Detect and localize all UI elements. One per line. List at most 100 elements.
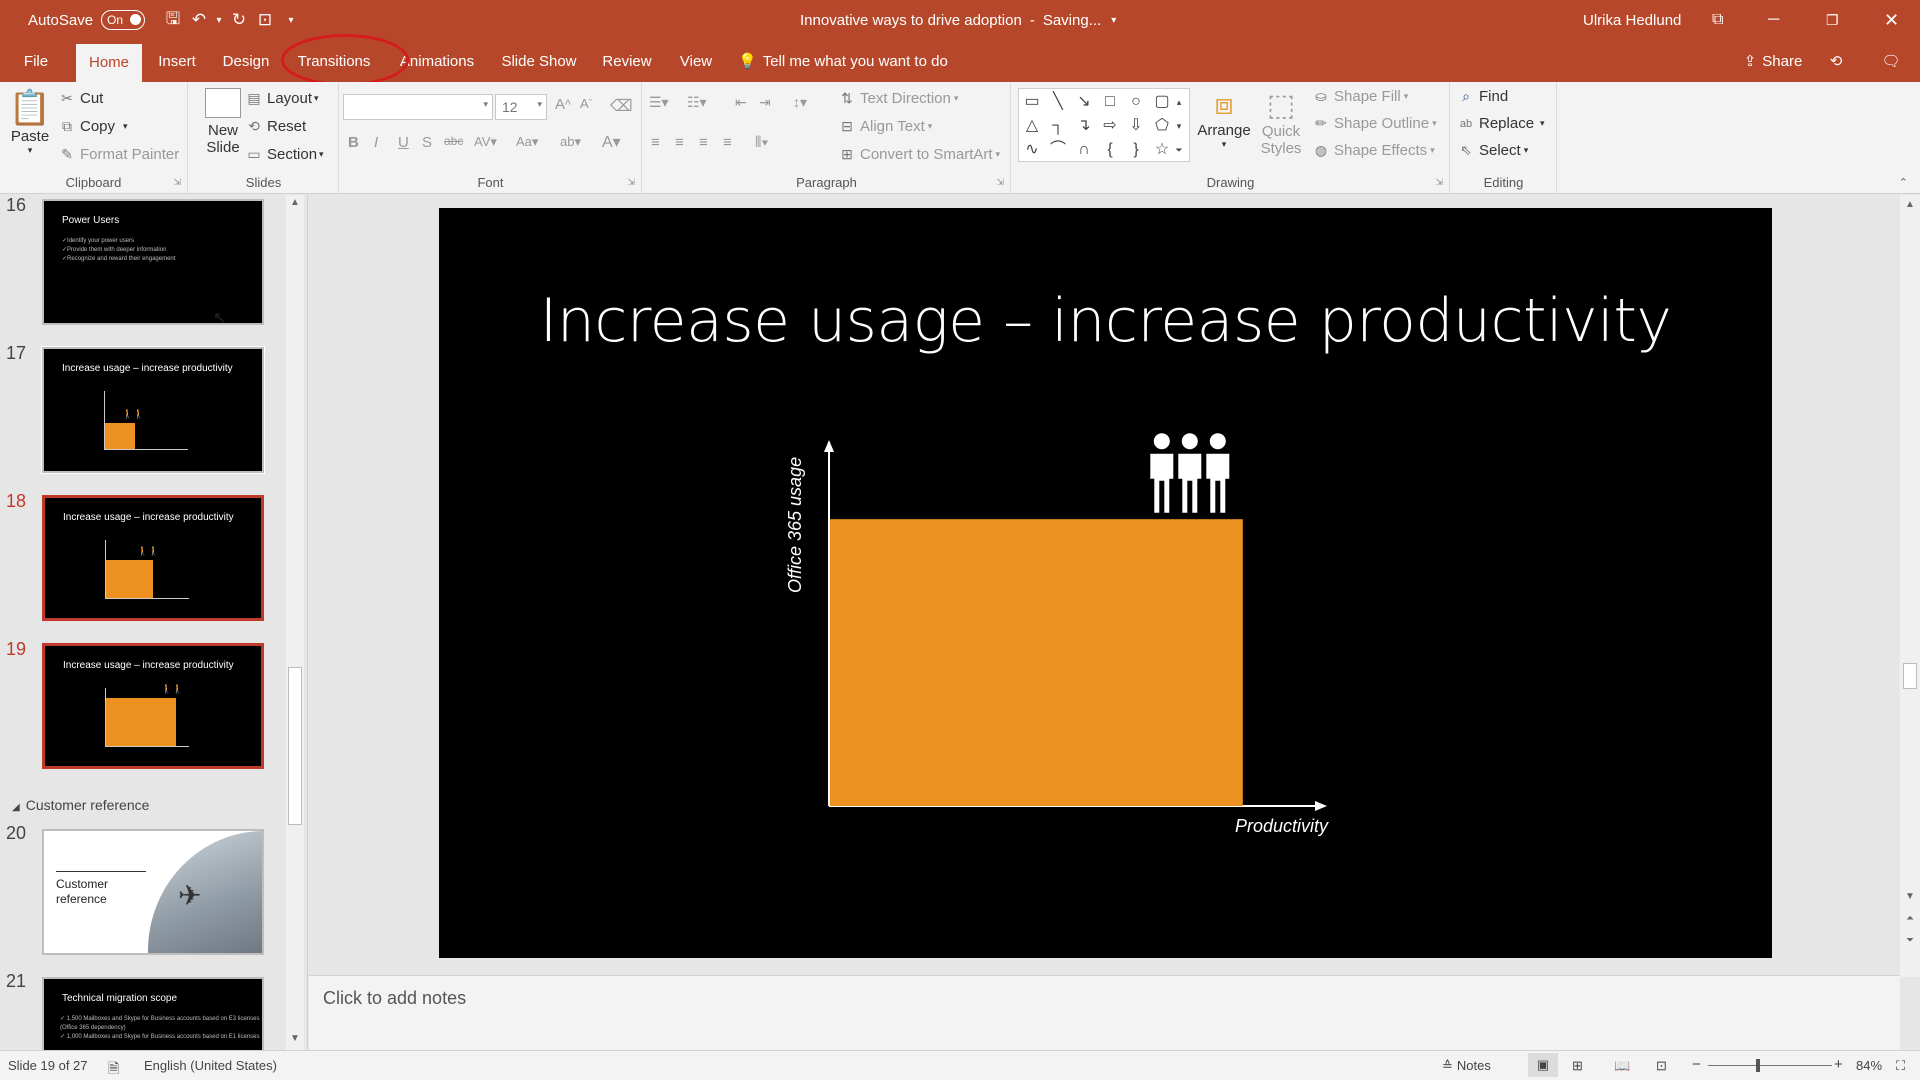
change-case-icon[interactable]: Aa▾ (516, 134, 538, 150)
font-size-input[interactable]: 12 ▾ (495, 94, 547, 120)
shrink-font-icon[interactable]: Aˇ (580, 96, 592, 111)
zoom-out-icon[interactable]: − (1692, 1056, 1701, 1073)
fit-to-window-icon[interactable]: ⛶ (1896, 1058, 1905, 1074)
align-left-icon[interactable]: ≡ (651, 134, 660, 151)
scrollbar-thumb[interactable] (1903, 663, 1917, 689)
restore-icon[interactable]: ❐ (1826, 0, 1839, 40)
strikethrough-icon[interactable]: abc (444, 134, 463, 148)
spellcheck-icon[interactable]: 🗎 (108, 1058, 119, 1080)
tab-file[interactable]: File (14, 40, 58, 82)
slide-thumbnail-18[interactable]: Increase usage – increase productivity 🚶… (42, 495, 264, 621)
left-brace-shape-icon[interactable]: { (1099, 139, 1121, 161)
right-brace-shape-icon[interactable]: } (1125, 139, 1147, 161)
current-slide[interactable]: Increase usage – increase productivity O… (439, 208, 1772, 958)
curve-shape-icon[interactable]: ∿ (1021, 139, 1043, 161)
ribbon-display-options-icon[interactable]: ⧉ (1712, 0, 1723, 40)
tell-me-box[interactable]: 💡 Tell me what you want to do (738, 40, 978, 82)
dialog-launcher-icon[interactable]: ⇲ (1435, 177, 1443, 188)
autosave-toggle[interactable]: On (101, 10, 146, 30)
start-from-beginning-icon[interactable]: ⊡ (252, 10, 278, 30)
next-slide-icon[interactable]: ⏷ (1902, 935, 1918, 946)
reset-button[interactable]: ⟲ Reset (245, 118, 306, 135)
gallery-down-icon[interactable]: ▾ (1171, 115, 1187, 137)
tab-home[interactable]: Home (76, 44, 142, 82)
bold-icon[interactable]: B (348, 134, 359, 151)
scrollbar-thumb[interactable] (288, 667, 302, 825)
shadow-icon[interactable]: S (422, 134, 432, 151)
select-button[interactable]: ⇖ Select ▾ (1457, 142, 1528, 159)
quick-styles-button[interactable]: ⬚ Quick Styles (1258, 88, 1304, 157)
scroll-up-icon[interactable]: ▲ (287, 197, 303, 208)
scroll-down-icon[interactable]: ▼ (287, 1033, 303, 1044)
copy-button[interactable]: ⧉ Copy ▾ (58, 118, 128, 135)
dialog-launcher-icon[interactable]: ⇲ (627, 177, 635, 188)
italic-icon[interactable]: I (374, 134, 378, 151)
find-button[interactable]: ⌕ Find (1457, 88, 1508, 105)
zoom-level[interactable]: 84% (1856, 1058, 1882, 1073)
tab-insert[interactable]: Insert (152, 40, 202, 82)
slide-thumbnail-20[interactable]: ✈ Customer reference (42, 829, 264, 955)
rounded-rect-shape-icon[interactable]: ▢ (1151, 91, 1173, 113)
zoom-slider-thumb[interactable] (1756, 1059, 1760, 1072)
zoom-slider[interactable] (1708, 1065, 1832, 1066)
slide-thumbnail-17[interactable]: Increase usage – increase productivity 🚶… (41, 346, 265, 474)
layout-button[interactable]: ▤ Layout ▾ (245, 90, 318, 107)
dialog-launcher-icon[interactable]: ⇲ (996, 177, 1004, 188)
undo-icon[interactable]: ↶ (186, 10, 212, 30)
collapse-triangle-icon[interactable]: ◢ (12, 802, 20, 813)
tab-view[interactable]: View (672, 40, 720, 82)
previous-slide-icon[interactable]: ⏶ (1902, 913, 1918, 924)
undo-dropdown-icon[interactable]: ▾ (212, 15, 226, 26)
elbow-arrow-icon[interactable]: ↴ (1073, 115, 1095, 137)
slide-thumbnail-19[interactable]: Increase usage – increase productivity 🚶… (42, 643, 264, 769)
zoom-in-icon[interactable]: + (1834, 1056, 1843, 1073)
justify-icon[interactable]: ≡ (723, 134, 732, 151)
title-chevron-icon[interactable]: ▾ (1111, 15, 1116, 26)
grow-font-icon[interactable]: A ^ (555, 96, 571, 113)
highlight-icon[interactable]: ab▾ (560, 134, 581, 150)
clear-formatting-icon[interactable]: ⌫ (610, 96, 633, 116)
columns-icon[interactable]: ⫴▾ (755, 134, 769, 151)
arc-shape-icon[interactable]: ⌒ (1047, 139, 1069, 161)
minimize-icon[interactable]: ─ (1768, 0, 1779, 40)
rectangle-shape-icon[interactable]: □ (1099, 91, 1121, 113)
align-text-button[interactable]: ⊟ Align Text ▾ (838, 118, 932, 135)
right-arrow-shape-icon[interactable]: ⇨ (1099, 115, 1121, 137)
notes-button[interactable]: ≙ Notes (1442, 1058, 1491, 1074)
line-shape-icon[interactable]: ╲ (1047, 91, 1069, 113)
text-direction-button[interactable]: ⇅ Text Direction ▾ (838, 90, 958, 107)
triangle-shape-icon[interactable]: △ (1021, 115, 1043, 137)
notes-pane[interactable]: Click to add notes (309, 975, 1900, 1050)
slide-thumbnail-16[interactable]: Power Users ✓Identify your power users ✓… (42, 199, 264, 325)
tab-design[interactable]: Design (214, 40, 278, 82)
pentagon-shape-icon[interactable]: ⬠ (1151, 115, 1173, 137)
shapes-gallery[interactable]: ▭ ╲ ↘ □ ○ ▢ △ ┐ ↴ ⇨ ⇩ ⬠ ∿ ⌒ ∩ { } ☆ ▴ ▾ (1018, 88, 1190, 162)
bullets-icon[interactable]: ☰▾ (649, 94, 669, 111)
convert-smartart-button[interactable]: ⊞ Convert to SmartArt ▾ (838, 146, 1000, 163)
gallery-up-icon[interactable]: ▴ (1171, 91, 1187, 113)
underline-icon[interactable]: U (398, 134, 409, 151)
textbox-shape-icon[interactable]: ▭ (1021, 91, 1043, 113)
language-indicator[interactable]: English (United States) (144, 1058, 277, 1073)
decrease-indent-icon[interactable]: ⇤ (735, 94, 747, 111)
notes-placeholder[interactable]: Click to add notes (323, 988, 466, 1009)
cut-button[interactable]: ✂ Cut (58, 90, 103, 107)
gallery-more-icon[interactable]: ⏷ (1171, 139, 1187, 161)
shape-fill-button[interactable]: ⛀ Shape Fill ▾ (1312, 88, 1408, 105)
scroll-down-icon[interactable]: ▼ (1902, 891, 1918, 902)
replace-button[interactable]: ab Replace ▾ (1457, 115, 1545, 132)
dialog-launcher-icon[interactable]: ⇲ (173, 177, 181, 188)
customize-qat-icon[interactable]: ▾ (278, 15, 304, 26)
paste-button[interactable]: 📋 Paste ▾ (9, 88, 51, 156)
usage-productivity-chart[interactable] (439, 208, 1772, 958)
save-icon[interactable]: 🖫 (160, 6, 186, 35)
character-spacing-icon[interactable]: AV▾ (474, 134, 497, 150)
comments-icon[interactable]: 🗨 (1874, 40, 1908, 82)
close-icon[interactable]: ✕ (1884, 0, 1899, 40)
autosave-control[interactable]: AutoSave On (28, 0, 146, 40)
shape-effects-button[interactable]: ◍ Shape Effects ▾ (1312, 142, 1435, 159)
elbow-connector-icon[interactable]: ┐ (1047, 115, 1069, 137)
align-center-icon[interactable]: ≡ (675, 134, 684, 151)
oval-shape-icon[interactable]: ○ (1125, 91, 1147, 113)
thumbnail-scrollbar[interactable]: ▲ ▼ (286, 195, 304, 1050)
